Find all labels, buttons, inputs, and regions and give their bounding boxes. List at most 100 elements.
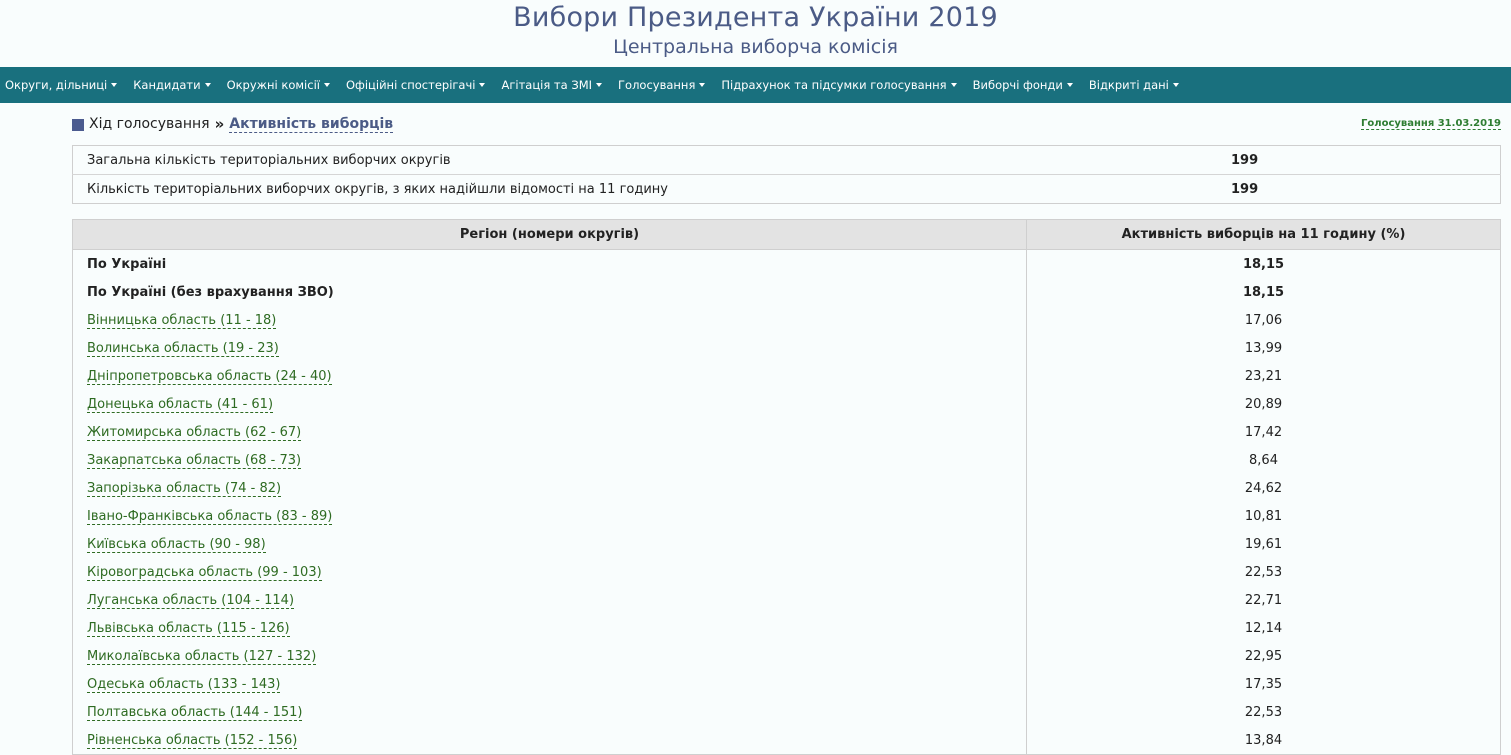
turnout-value: 13,84 — [1244, 732, 1283, 748]
caret-down-icon — [1066, 83, 1073, 87]
caret-down-icon — [950, 83, 957, 87]
turnout-value: 18,15 — [1242, 256, 1285, 272]
nav-item-open-data[interactable]: Відкриті дані — [1089, 78, 1179, 92]
turnout-value: 10,81 — [1244, 508, 1283, 524]
caret-down-icon — [111, 83, 118, 87]
nav-item-label: Голосування — [618, 78, 696, 92]
breadcrumb-separator: » — [214, 115, 225, 133]
summary-value: 199 — [1217, 145, 1501, 175]
table-row: Рівненська область (152 - 156) 13,84 — [72, 726, 1501, 755]
region-link[interactable]: Донецька область (41 - 61) — [87, 396, 274, 413]
region-link[interactable]: Рівненська область (152 - 156) — [87, 732, 298, 749]
table-row: Закарпатська область (68 - 73) 8,64 — [72, 446, 1501, 474]
nav-item-district-commissions[interactable]: Окружні комісії — [227, 78, 330, 92]
region-link[interactable]: Житомирська область (62 - 67) — [87, 424, 302, 441]
nav-item-label: Округи, дільниці — [5, 78, 108, 92]
page-subtitle: Центральна виборча комісія — [613, 36, 898, 58]
table-row: Донецька область (41 - 61) 20,89 — [72, 390, 1501, 418]
region-link[interactable]: Полтавська область (144 - 151) — [87, 704, 303, 721]
region-link[interactable]: Львівська область (115 - 126) — [87, 620, 290, 637]
table-row: Волинська область (19 - 23) 13,99 — [72, 334, 1501, 362]
breadcrumb-current[interactable]: Активність виборців — [229, 116, 394, 133]
main-nav: Округи, дільниці Кандидати Окружні коміс… — [0, 67, 1511, 103]
breadcrumb: Хід голосування » Активність виборців Го… — [72, 103, 1501, 145]
region-link[interactable]: Волинська область (19 - 23) — [87, 340, 279, 357]
turnout-value: 19,61 — [1244, 536, 1283, 552]
nav-item-label: Кандидати — [133, 78, 201, 92]
table-row: Миколаївська область (127 - 132) 22,95 — [72, 642, 1501, 670]
region-link[interactable]: Одеська область (133 - 143) — [87, 676, 281, 693]
square-bullet-icon — [72, 118, 84, 131]
region-link[interactable]: Дніпропетровська область (24 - 40) — [87, 368, 332, 385]
turnout-value: 22,71 — [1244, 592, 1283, 608]
table-row: Київська область (90 - 98) 19,61 — [72, 530, 1501, 558]
turnout-value: 24,62 — [1244, 480, 1283, 496]
region-link[interactable]: Луганська область (104 - 114) — [87, 592, 295, 609]
site-header: Вибори Президента України 2019 Центральн… — [0, 0, 1511, 67]
voting-date-link[interactable]: Голосування 31.03.2019 — [1361, 118, 1501, 130]
nav-item-label: Офіційні спостерігачі — [345, 78, 476, 92]
table-row-total: По Україні (без врахування ЗВО) 18,15 — [72, 278, 1501, 306]
summary-table: Загальна кількість територіальних виборч… — [72, 145, 1501, 204]
table-row: Кіровоградська область (99 - 103) 22,53 — [72, 558, 1501, 586]
nav-item-districts[interactable]: Округи, дільниці — [5, 78, 118, 92]
table-row: Полтавська область (144 - 151) 22,53 — [72, 698, 1501, 726]
nav-item-campaign-media[interactable]: Агітація та ЗМІ — [501, 78, 603, 92]
table-row: Івано-Франківська область (83 - 89) 10,81 — [72, 502, 1501, 530]
caret-down-icon — [323, 83, 330, 87]
nav-item-label: Агітація та ЗМІ — [501, 78, 593, 92]
turnout-value: 22,95 — [1244, 648, 1283, 664]
turnout-value: 20,89 — [1244, 396, 1283, 412]
region-link[interactable]: Івано-Франківська область (83 - 89) — [87, 508, 333, 525]
column-header-region: Регіон (номери округів) — [72, 219, 1027, 250]
table-row: Вінницька область (11 - 18) 17,06 — [72, 306, 1501, 334]
turnout-value: 13,99 — [1244, 340, 1283, 356]
summary-row: Загальна кількість територіальних виборч… — [72, 145, 1501, 175]
turnout-value: 17,06 — [1244, 312, 1283, 328]
nav-item-voting[interactable]: Голосування — [618, 78, 706, 92]
caret-down-icon — [699, 83, 706, 87]
region-link[interactable]: Вінницька область (11 - 18) — [87, 312, 277, 329]
turnout-value: 22,53 — [1244, 564, 1283, 580]
table-header-row: Регіон (номери округів) Активність вибор… — [72, 219, 1501, 250]
main-content: Хід голосування » Активність виборців Го… — [72, 103, 1501, 755]
region-link[interactable]: Кіровоградська область (99 - 103) — [87, 564, 322, 581]
region-link[interactable]: Запорізька область (74 - 82) — [87, 480, 282, 497]
turnout-value: 12,14 — [1244, 620, 1283, 636]
caret-down-icon — [596, 83, 603, 87]
table-row: Дніпропетровська область (24 - 40) 23,21 — [72, 362, 1501, 390]
summary-label: Кількість територіальних виборчих округі… — [87, 181, 668, 197]
region-link[interactable]: Київська область (90 - 98) — [87, 536, 266, 553]
turnout-value: 18,15 — [1242, 284, 1285, 300]
nav-item-label: Виборчі фонди — [972, 78, 1063, 92]
table-row-total: По Україні 18,15 — [72, 249, 1501, 278]
table-row: Львівська область (115 - 126) 12,14 — [72, 614, 1501, 642]
column-header-turnout: Активність виборців на 11 годину (%) — [1026, 219, 1501, 250]
breadcrumb-parent[interactable]: Хід голосування — [89, 116, 210, 132]
nav-item-counting-results[interactable]: Підрахунок та підсумки голосування — [721, 78, 957, 92]
nav-item-candidates[interactable]: Кандидати — [133, 78, 211, 92]
summary-label: Загальна кількість територіальних виборч… — [72, 145, 1217, 175]
table-row: Житомирська область (62 - 67) 17,42 — [72, 418, 1501, 446]
turnout-table: Регіон (номери округів) Активність вибор… — [72, 219, 1501, 755]
page-title: Вибори Президента України 2019 — [513, 2, 998, 33]
region-name: По Україні — [72, 249, 1027, 278]
nav-item-label: Підрахунок та підсумки голосування — [721, 78, 947, 92]
table-row: Луганська область (104 - 114) 22,71 — [72, 586, 1501, 614]
region-link[interactable]: Миколаївська область (127 - 132) — [87, 648, 317, 665]
turnout-value: 22,53 — [1244, 704, 1283, 720]
caret-down-icon — [479, 83, 486, 87]
caret-down-icon — [204, 83, 211, 87]
turnout-value: 17,42 — [1244, 424, 1283, 440]
nav-item-label: Відкриті дані — [1088, 78, 1169, 92]
turnout-value: 17,35 — [1244, 676, 1283, 692]
nav-item-election-funds[interactable]: Виборчі фонди — [973, 78, 1073, 92]
nav-item-label: Окружні комісії — [226, 78, 320, 92]
turnout-value: 8,64 — [1249, 452, 1278, 468]
turnout-value: 23,21 — [1244, 368, 1283, 384]
caret-down-icon — [1172, 83, 1179, 87]
summary-row: Кількість територіальних виборчих округі… — [73, 175, 1501, 204]
region-link[interactable]: Закарпатська область (68 - 73) — [87, 452, 302, 469]
nav-item-observers[interactable]: Офіційні спостерігачі — [346, 78, 486, 92]
table-row: Одеська область (133 - 143) 17,35 — [72, 670, 1501, 698]
